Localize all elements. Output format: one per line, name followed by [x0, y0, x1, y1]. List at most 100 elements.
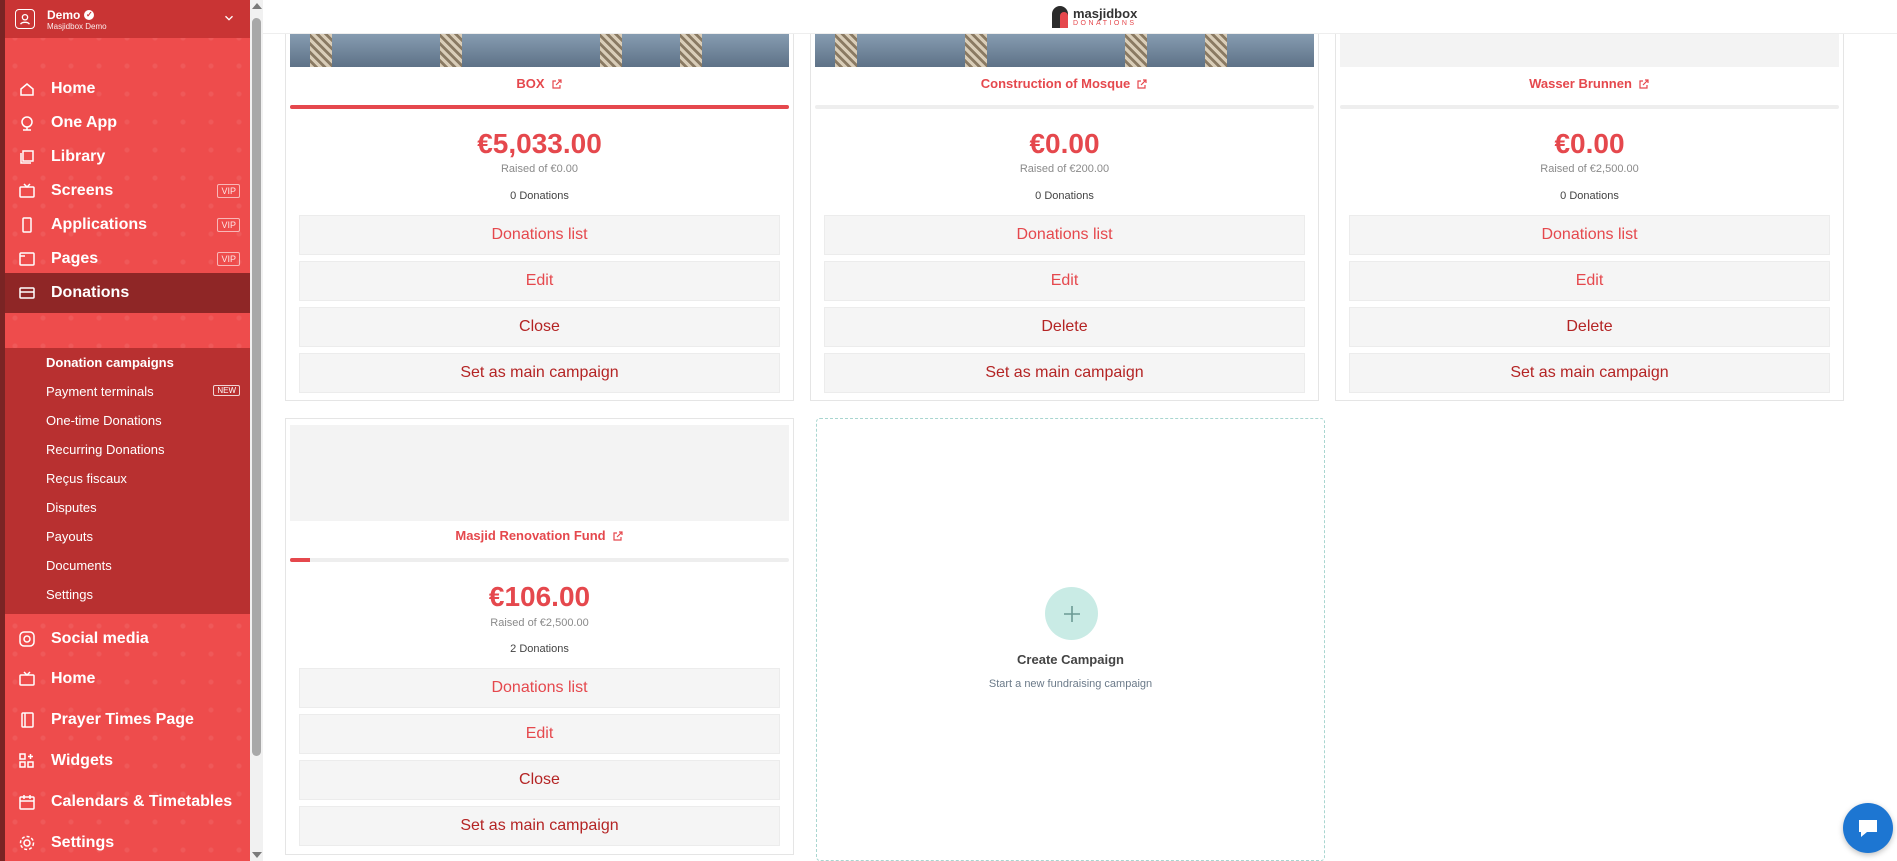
plus-icon[interactable]: [1045, 587, 1098, 640]
scroll-up-arrow-icon[interactable]: [252, 3, 262, 9]
campaign-progress-fill: [290, 105, 789, 109]
submenu-item-settings[interactable]: Settings: [5, 582, 250, 606]
campaign-progress-bar: [1340, 105, 1839, 109]
external-link-icon: [1639, 78, 1649, 89]
edit-button[interactable]: Edit: [1349, 261, 1830, 301]
campaign-title-link[interactable]: Masjid Renovation Fund: [286, 528, 793, 543]
scroll-down-arrow-icon[interactable]: [252, 852, 262, 858]
campaign-title: Masjid Renovation Fund: [455, 528, 606, 543]
main-content: BOX €5,033.00 Raised of €0.00 0 Donations Do…: [263, 0, 1897, 861]
submenu-item-donation-campaigns[interactable]: Donation campaigns: [5, 350, 250, 374]
submenu-item-label: Documents: [46, 557, 112, 573]
submenu-item-one-time-donations[interactable]: One-time Donations: [5, 408, 250, 432]
sidebar-item-label: Widgets: [51, 752, 114, 769]
close-button[interactable]: Close: [299, 307, 780, 347]
gear-icon: [17, 833, 37, 853]
set-as-main-campaign-button[interactable]: Set as main campaign: [299, 806, 780, 846]
instagram-icon: [17, 629, 37, 649]
delete-button[interactable]: Delete: [1349, 307, 1830, 347]
logo-brand: masjidbox: [1073, 6, 1138, 21]
account-subtitle: Masjidbox Demo: [47, 21, 107, 31]
edit-button[interactable]: Edit: [299, 714, 780, 754]
create-campaign-card[interactable]: Create Campaign Start a new fundraising c…: [816, 418, 1325, 861]
sidebar-item-donations[interactable]: Donations: [5, 273, 250, 313]
phone-icon: [17, 215, 37, 235]
tv-icon: [17, 181, 37, 201]
submenu-item-disputes[interactable]: Disputes: [5, 495, 250, 519]
set-as-main-campaign-button[interactable]: Set as main campaign: [299, 353, 780, 393]
sidebar-item-label: Applications: [51, 216, 148, 233]
chat-icon: [1859, 820, 1877, 837]
sidebar-item-label: One App: [51, 114, 118, 131]
campaign-raised: Raised of €200.00: [1019, 163, 1110, 175]
campaign-title-link[interactable]: BOX: [286, 76, 793, 91]
campaign-title: BOX: [516, 76, 545, 91]
submenu-item-label: Payment terminals: [46, 383, 154, 399]
donations-list-button[interactable]: Donations list: [299, 215, 780, 255]
donations-list-button[interactable]: Donations list: [824, 215, 1305, 255]
book-icon: [17, 710, 37, 730]
scrollbar[interactable]: [250, 0, 263, 861]
submenu-item-recurring-donations[interactable]: Recurring Donations: [5, 437, 250, 461]
submenu-item-re-us-fiscaux[interactable]: Reçus fiscaux: [5, 466, 250, 490]
sidebar-item-label: Home: [51, 80, 96, 97]
set-as-main-campaign-button[interactable]: Set as main campaign: [1349, 353, 1830, 393]
user-icon: [15, 9, 35, 29]
logo-tag: DONATIONS: [1073, 20, 1137, 27]
sidebar-item-prayer-times-page[interactable]: Prayer Times Page: [5, 700, 250, 740]
submenu-item-documents[interactable]: Documents: [5, 553, 250, 577]
masjidbox-logo[interactable]: masjidbox DONATIONS: [1051, 6, 1137, 28]
external-link-icon: [1137, 78, 1147, 89]
close-button[interactable]: Close: [299, 760, 780, 800]
sidebar-item-social-media[interactable]: Social media: [5, 619, 250, 659]
set-as-main-campaign-button[interactable]: Set as main campaign: [824, 353, 1305, 393]
campaign-title-link[interactable]: Construction of Mosque: [811, 76, 1318, 91]
globe-icon: [17, 113, 37, 133]
campaign-progress-bar: [815, 105, 1314, 109]
submenu-item-payouts[interactable]: Payouts: [5, 524, 250, 548]
external-link-icon: [613, 530, 623, 541]
campaign-title-link[interactable]: Wasser Brunnen: [1336, 76, 1843, 91]
external-link-icon: [551, 78, 562, 89]
sidebar-item-calendars-timetables[interactable]: Calendars & Timetables: [5, 782, 250, 822]
campaign-card: BOX €5,033.00 Raised of €0.00 0 Donations Do…: [285, 0, 794, 401]
sidebar: Demo ✓ Masjidbox Demo Home One App Library S…: [0, 0, 250, 861]
delete-button[interactable]: Delete: [824, 307, 1305, 347]
vip-badge: VIP: [217, 184, 240, 198]
campaign-raised: Raised of €0.00: [500, 163, 579, 175]
scrollbar-thumb[interactable]: [252, 18, 261, 756]
home-icon: [17, 79, 37, 99]
campaign-title: Construction of Mosque: [980, 76, 1131, 91]
campaign-progress-bar: [290, 558, 789, 562]
sidebar-item-home-2[interactable]: Home: [5, 659, 250, 699]
submenu-item-label: Recurring Donations: [46, 441, 165, 457]
sidebar-item-label: Pages: [51, 250, 99, 267]
chat-button[interactable]: [1843, 803, 1893, 853]
verified-icon: ✓: [84, 9, 95, 20]
campaign-donation-count: 0 Donations: [510, 190, 569, 202]
library-icon: [17, 147, 37, 167]
sidebar-item-widgets[interactable]: Widgets: [5, 741, 250, 781]
tv-icon: [17, 669, 37, 689]
submenu-item-label: One-time Donations: [46, 412, 162, 428]
donations-submenu: Donation campaigns Payment terminals NEW On…: [5, 348, 250, 614]
vip-badge: VIP: [217, 218, 240, 232]
campaign-amount: €5,033.00: [477, 128, 602, 159]
campaign-amount: €0.00: [1554, 128, 1625, 159]
submenu-item-label: Payouts: [46, 528, 93, 544]
submenu-item-payment-terminals[interactable]: Payment terminals NEW: [5, 379, 250, 403]
sidebar-item-label: Library: [51, 148, 106, 165]
campaign-title: Wasser Brunnen: [1529, 76, 1632, 91]
campaign-raised: Raised of €2,500.00: [490, 617, 589, 629]
sidebar-item-settings[interactable]: Settings: [5, 823, 250, 861]
account-switcher[interactable]: Demo ✓ Masjidbox Demo: [5, 0, 250, 38]
edit-button[interactable]: Edit: [824, 261, 1305, 301]
sidebar-item-label: Settings: [51, 834, 115, 851]
mosque-logo-icon: [1052, 6, 1068, 28]
card-icon: [17, 283, 37, 303]
donations-list-button[interactable]: Donations list: [1349, 215, 1830, 255]
edit-button[interactable]: Edit: [299, 261, 780, 301]
submenu-item-label: Settings: [46, 586, 93, 602]
browser-icon: [17, 249, 37, 269]
donations-list-button[interactable]: Donations list: [299, 668, 780, 708]
